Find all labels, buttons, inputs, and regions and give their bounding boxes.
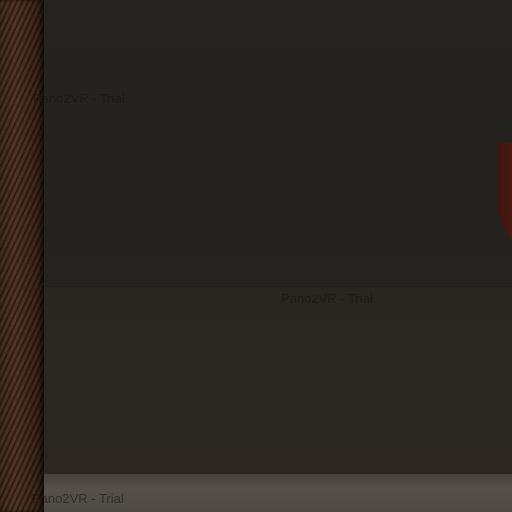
floor: [44, 474, 512, 512]
wall-upper: [44, 0, 512, 288]
panorama-viewport[interactable]: Pano2VR - Trial Pano2VR - Trial Pano2VR …: [0, 0, 512, 512]
wooden-door-frame: [0, 0, 44, 512]
wall-lower: [44, 286, 512, 477]
